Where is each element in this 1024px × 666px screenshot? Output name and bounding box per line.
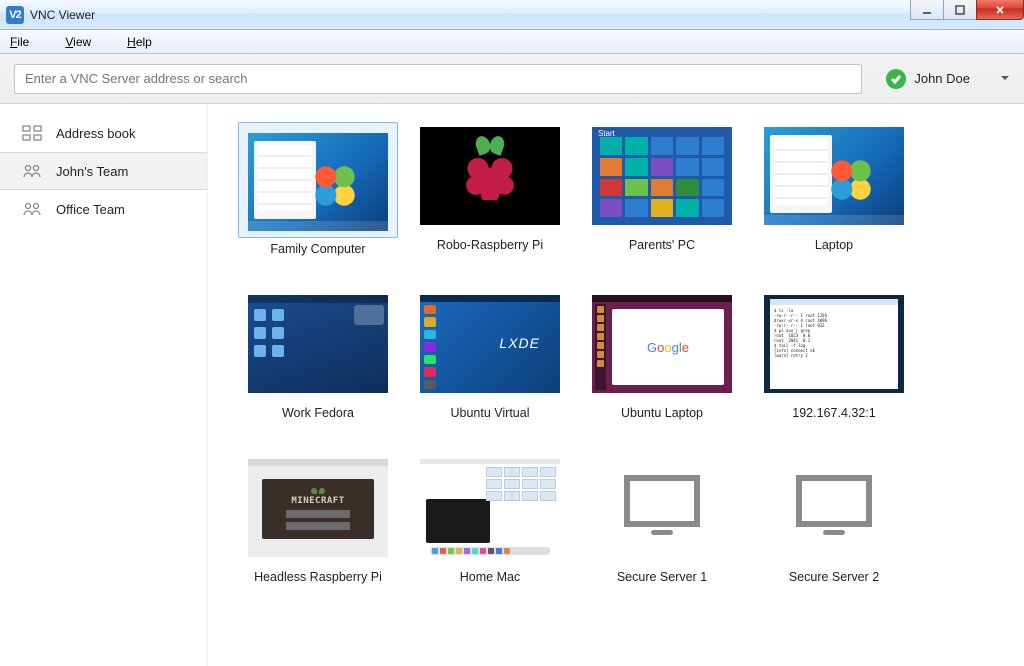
sidebar-item-label: John's Team (56, 164, 128, 179)
window-titlebar: V2 VNC Viewer (0, 0, 1024, 30)
sidebar-item-label: Office Team (56, 202, 125, 217)
connection-thumbnail (238, 290, 398, 398)
connection-label: Secure Server 2 (789, 570, 879, 584)
connection-thumbnail: LXDE (410, 290, 570, 398)
connection-label: Robo-Raspberry Pi (437, 238, 543, 252)
connection-thumbnail: Start (582, 122, 742, 230)
connection-family-computer[interactable]: Family Computer (232, 122, 404, 256)
connection-thumbnail: MINECRAFT (238, 454, 398, 562)
connection-thumbnail (582, 454, 742, 562)
connection-label: Ubuntu Virtual (451, 406, 530, 420)
connection-label: Parents' PC (629, 238, 695, 252)
maximize-button[interactable] (943, 0, 977, 20)
connection-label: Work Fedora (282, 406, 354, 420)
connection-thumbnail (410, 454, 570, 562)
address-search-input[interactable] (14, 64, 862, 94)
connection-label: Laptop (815, 238, 853, 252)
toolbar: John Doe (0, 54, 1024, 104)
connection-ubuntu-laptop[interactable]: Google Ubuntu Laptop (576, 290, 748, 420)
window-controls (911, 0, 1024, 20)
menu-help[interactable]: Help (127, 35, 170, 49)
menu-bar: File View Help (0, 30, 1024, 54)
connection-thumbnail (754, 454, 914, 562)
connection-label: Headless Raspberry Pi (254, 570, 382, 584)
sidebar-item-john-s-team[interactable]: John's Team (0, 152, 207, 190)
connection-robo-raspberry-pi[interactable]: Robo-Raspberry Pi (404, 122, 576, 256)
close-button[interactable] (976, 0, 1024, 20)
sidebar-item-office-team[interactable]: Office Team (0, 190, 207, 228)
connection-secure-server-1[interactable]: Secure Server 1 (576, 454, 748, 584)
menu-file[interactable]: File (10, 35, 47, 49)
connection-label: Secure Server 1 (617, 570, 707, 584)
user-account-dropdown[interactable]: John Doe (886, 69, 1010, 89)
connection-headless-raspberry-pi[interactable]: MINECRAFT Headless Raspberry Pi (232, 454, 404, 584)
connection-thumbnail (754, 122, 914, 230)
team-icon (22, 163, 42, 179)
connection-home-mac[interactable]: Home Mac (404, 454, 576, 584)
signed-in-check-icon (886, 69, 906, 89)
sidebar-item-label: Address book (56, 126, 136, 141)
connection-work-fedora[interactable]: Work Fedora (232, 290, 404, 420)
sidebar: Address book John's Team Office Team (0, 104, 208, 666)
user-name-label: John Doe (914, 71, 970, 86)
connection-ubuntu-virtual[interactable]: LXDE Ubuntu Virtual (404, 290, 576, 420)
menu-view[interactable]: View (65, 35, 109, 49)
connection-thumbnail (410, 122, 570, 230)
connection-label: Home Mac (460, 570, 520, 584)
team-icon (22, 201, 42, 217)
connection-parents-pc[interactable]: Start Parents' PC (576, 122, 748, 256)
connection-label: Family Computer (270, 242, 365, 256)
sidebar-item-address-book[interactable]: Address book (0, 114, 207, 152)
connection-thumbnail (238, 122, 398, 238)
connection-thumbnail: $ ls -la -rw-r--r-- 1 root 1204 drwxr-xr… (754, 290, 914, 398)
connection-laptop[interactable]: Laptop (748, 122, 920, 256)
connection-label: Ubuntu Laptop (621, 406, 703, 420)
connection-192-167-4-32-1[interactable]: $ ls -la -rw-r--r-- 1 root 1204 drwxr-xr… (748, 290, 920, 420)
app-icon: V2 (6, 6, 24, 24)
connections-pane: Family Computer Robo-Raspberry Pi Start Par… (208, 104, 1024, 666)
address-book-icon (22, 125, 42, 141)
connection-thumbnail: Google (582, 290, 742, 398)
chevron-down-icon (1000, 71, 1010, 86)
connection-secure-server-2[interactable]: Secure Server 2 (748, 454, 920, 584)
connection-label: 192.167.4.32:1 (792, 406, 875, 420)
window-title: VNC Viewer (30, 8, 95, 22)
minimize-button[interactable] (910, 0, 944, 20)
